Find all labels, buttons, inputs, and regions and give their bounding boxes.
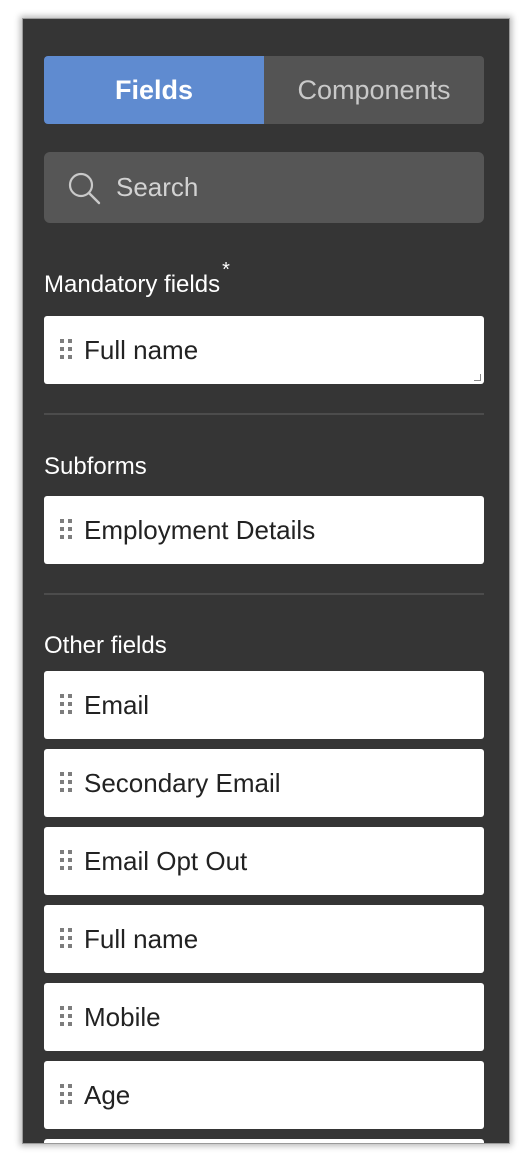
subforms-title: Subforms: [44, 453, 147, 480]
drag-handle-icon[interactable]: [60, 339, 72, 361]
field-label: Email: [84, 689, 150, 720]
other-field-item[interactable]: Email Opt Out: [44, 827, 484, 895]
other-field-item[interactable]: Secondary Email: [44, 749, 484, 817]
drag-handle-icon[interactable]: [60, 1006, 72, 1028]
field-label: Full name: [84, 923, 199, 954]
tab-fields[interactable]: Fields: [44, 56, 264, 124]
required-asterisk: *: [222, 259, 230, 281]
field-label: Employment Details: [84, 514, 316, 545]
drag-handle-icon[interactable]: [60, 772, 72, 794]
subform-item[interactable]: Employment Details: [44, 496, 484, 564]
mandatory-field-item[interactable]: Full name: [44, 316, 484, 384]
section-divider: [44, 413, 484, 415]
drag-handle-icon[interactable]: [60, 928, 72, 950]
drag-handle-icon[interactable]: [60, 519, 72, 541]
drag-handle-icon[interactable]: [60, 694, 72, 716]
search-icon: [66, 170, 102, 206]
other-fields-title: Other fields: [44, 632, 167, 659]
search-input[interactable]: [116, 172, 456, 203]
other-field-item[interactable]: Age: [44, 1061, 484, 1129]
field-label: Mobile: [84, 1001, 161, 1032]
resize-handle-icon[interactable]: [474, 374, 481, 381]
field-label: Age: [84, 1079, 131, 1110]
tab-components[interactable]: Components: [264, 56, 484, 124]
field-palette-panel: Fields Components Mandatory fields* Full…: [22, 18, 510, 1144]
mandatory-fields-label: Mandatory fields: [44, 271, 221, 298]
drag-handle-icon[interactable]: [60, 1084, 72, 1106]
section-divider: [44, 593, 484, 595]
field-label: Email Opt Out: [84, 845, 248, 876]
other-field-item-partial[interactable]: [44, 1139, 484, 1143]
other-field-item[interactable]: Mobile: [44, 983, 484, 1051]
other-field-item[interactable]: Email: [44, 671, 484, 739]
search-box[interactable]: [44, 152, 484, 223]
mandatory-fields-title: Mandatory fields*: [44, 259, 230, 299]
field-label: Full name: [84, 334, 199, 365]
field-label: Secondary Email: [84, 767, 281, 798]
drag-handle-icon[interactable]: [60, 850, 72, 872]
palette-tabs: Fields Components: [44, 56, 484, 124]
other-field-item[interactable]: Full name: [44, 905, 484, 973]
